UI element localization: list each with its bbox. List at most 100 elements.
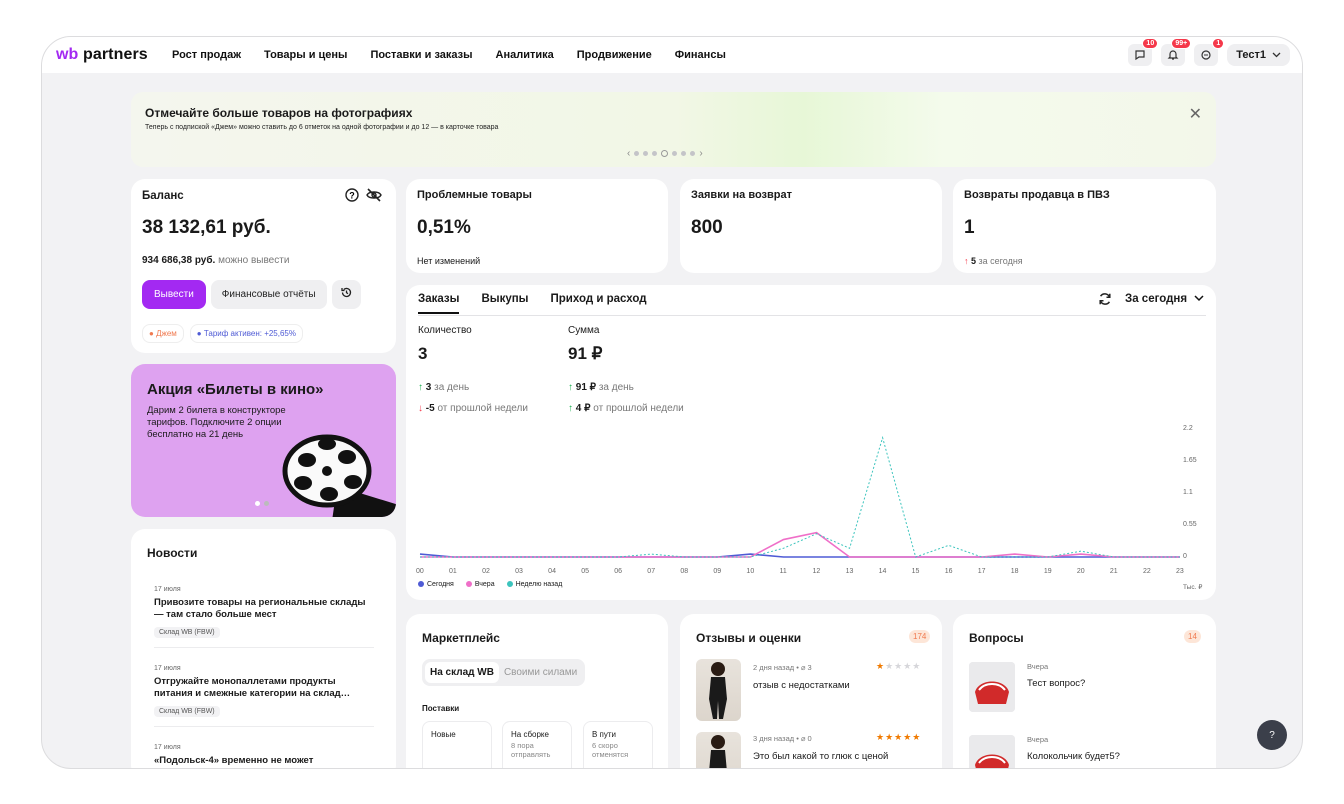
seg-to-wb-warehouse[interactable]: На склад WB bbox=[425, 662, 499, 683]
period-select[interactable]: За сегодня bbox=[1125, 293, 1204, 305]
review-product-thumbnail bbox=[696, 732, 741, 768]
withdrawable-amount: 934 686,38 руб. bbox=[142, 255, 216, 266]
y-tick-label: 2.2 bbox=[1183, 425, 1193, 432]
news-date: 17 июля bbox=[154, 586, 181, 593]
help-button[interactable]: ? bbox=[1257, 720, 1287, 750]
news-item[interactable]: 17 июля Привозите товары на региональные… bbox=[154, 586, 374, 648]
problem-products-card[interactable]: Проблемные товары 0,51% Нет изменений bbox=[406, 179, 668, 273]
return-requests-card[interactable]: Заявки на возврат 800 bbox=[680, 179, 942, 273]
pagination-dot-active[interactable] bbox=[661, 150, 669, 157]
question-item[interactable]: Вчера Тест вопрос? bbox=[969, 662, 1205, 722]
marketplace-title: Маркетплейс bbox=[422, 631, 500, 645]
x-tick-label: 03 bbox=[515, 568, 523, 575]
x-tick-label: 04 bbox=[548, 568, 556, 575]
tab-buyouts[interactable]: Выкупы bbox=[481, 293, 528, 314]
financial-reports-button[interactable]: Финансовые отчёты bbox=[210, 280, 327, 309]
stat-value: 1 bbox=[964, 217, 975, 238]
stat-value: 0,51% bbox=[417, 217, 471, 238]
tab-income-expense[interactable]: Приход и расход bbox=[550, 293, 646, 314]
nav-item-promotion[interactable]: Продвижение bbox=[577, 49, 652, 61]
question-item[interactable]: Вчера Колокольчик будет5? bbox=[969, 735, 1205, 768]
chevron-right-icon[interactable]: › bbox=[699, 148, 702, 159]
withdrawable-note: можно вывести bbox=[218, 255, 290, 266]
pagination-dot[interactable] bbox=[634, 151, 640, 156]
supply-col-new[interactable]: Новые bbox=[422, 721, 492, 768]
messages-badge: 1 bbox=[1212, 38, 1225, 49]
wb-partners-logo[interactable]: wb partners bbox=[56, 46, 148, 64]
supply-col-assembling[interactable]: На сборке 8 пора отправлять bbox=[502, 721, 572, 768]
x-tick-label: 00 bbox=[416, 568, 424, 575]
tariff-chip[interactable]: ● Тариф активен: +25,65% bbox=[189, 324, 303, 343]
nav-item-sales-growth[interactable]: Рост продаж bbox=[172, 49, 241, 61]
question-meta: Вчера bbox=[1027, 662, 1049, 671]
banner-title: Отмечайте больше товаров на фотографиях bbox=[145, 106, 413, 120]
seller-returns-card[interactable]: Возвраты продавца в ПВЗ 1 ↑ 5 за сегодня bbox=[953, 179, 1216, 273]
x-tick-label: 02 bbox=[482, 568, 490, 575]
tab-orders[interactable]: Заказы bbox=[418, 293, 460, 314]
news-item[interactable]: 17 июля «Подольск-4» временно не может bbox=[154, 744, 374, 767]
user-menu-button[interactable]: Тест1 bbox=[1227, 44, 1290, 66]
series-line-2 bbox=[420, 435, 1180, 558]
arrow-up-icon: ↑ bbox=[418, 382, 423, 393]
arrow-up-icon: ↑ bbox=[568, 403, 573, 414]
history-button[interactable] bbox=[331, 280, 361, 309]
review-item[interactable]: 3 дня назад • ⌀ 0 ★★★★★ Это был какой то… bbox=[696, 732, 932, 768]
pagination-dot[interactable] bbox=[652, 151, 658, 156]
nav-item-supplies-orders[interactable]: Поставки и заказы bbox=[370, 49, 472, 61]
eye-off-icon[interactable] bbox=[366, 188, 382, 202]
pagination-dot[interactable] bbox=[690, 151, 696, 156]
news-item[interactable]: 17 июля Отгружайте монопаллетами продукт… bbox=[154, 665, 374, 727]
seg-own-delivery[interactable]: Своими силами bbox=[499, 662, 582, 683]
pagination-dot[interactable] bbox=[672, 151, 678, 156]
close-icon[interactable]: ✕ bbox=[1189, 104, 1202, 124]
cinema-promo-card[interactable]: Акция «Билеты в кино» Дарим 2 билета в к… bbox=[131, 364, 396, 517]
y-tick-label: 1.65 bbox=[1183, 457, 1197, 464]
pagination-dot[interactable] bbox=[643, 151, 649, 156]
film-reel-icon bbox=[282, 434, 396, 517]
supply-col-in-transit[interactable]: В пути 6 скоро отменятся bbox=[583, 721, 653, 768]
qty-label: Количество bbox=[418, 325, 472, 336]
chat-button[interactable]: 10 bbox=[1128, 38, 1159, 66]
nav-item-finance[interactable]: Финансы bbox=[675, 49, 726, 61]
stat-change: ↑ 5 за сегодня bbox=[964, 256, 1023, 266]
x-tick-label: 08 bbox=[680, 568, 689, 575]
chevron-down-icon bbox=[1272, 52, 1281, 58]
withdraw-button[interactable]: Вывести bbox=[142, 280, 206, 309]
promo-dot[interactable] bbox=[264, 501, 269, 506]
orders-tabs: Заказы Выкупы Приход и расход bbox=[418, 293, 647, 314]
promo-banner[interactable]: Отмечайте больше товаров на фотографиях … bbox=[131, 92, 1216, 167]
chevron-left-icon[interactable]: ‹ bbox=[627, 148, 630, 159]
user-name: Тест1 bbox=[1236, 49, 1266, 61]
questions-count-badge: 14 bbox=[1184, 630, 1201, 643]
promo-dot-active[interactable] bbox=[255, 501, 260, 506]
review-text: Это был какой то глюк с ценой bbox=[753, 751, 889, 762]
jam-chip[interactable]: ● Джем bbox=[142, 324, 184, 343]
help-circle-icon[interactable]: ? bbox=[345, 188, 359, 202]
review-product-thumbnail bbox=[696, 659, 741, 721]
reviews-card: Отзывы и оценки 174 2 дня назад • ⌀ 3 ★★… bbox=[680, 614, 942, 768]
refresh-icon[interactable] bbox=[1098, 292, 1112, 306]
x-tick-label: 09 bbox=[713, 568, 722, 575]
legend-item-yesterday[interactable]: Вчера bbox=[465, 581, 495, 588]
qty-day-change: ↑ 3 за день bbox=[418, 382, 470, 393]
x-tick-label: 07 bbox=[647, 568, 656, 575]
pagination-dot[interactable] bbox=[681, 151, 687, 156]
x-tick-label: 15 bbox=[911, 568, 920, 575]
legend-item-today[interactable]: Сегодня bbox=[418, 581, 454, 588]
notifications-button[interactable]: 99+ bbox=[1161, 38, 1192, 66]
stat-value: 800 bbox=[691, 217, 723, 238]
messages-button[interactable]: 1 bbox=[1194, 38, 1225, 66]
x-tick-label: 19 bbox=[1043, 568, 1052, 575]
reviews-title: Отзывы и оценки bbox=[696, 631, 802, 645]
nav-item-analytics[interactable]: Аналитика bbox=[496, 49, 554, 61]
nav-item-products-prices[interactable]: Товары и цены bbox=[264, 49, 347, 61]
questions-card: Вопросы 14 Вчера Тест вопрос? Вчера Коло… bbox=[953, 614, 1216, 768]
series-line-1 bbox=[420, 531, 1180, 558]
legend-swatch bbox=[418, 581, 424, 588]
top-actions: 10 99+ 1 Тест1 bbox=[1128, 38, 1290, 66]
y-tick-label: 0 bbox=[1183, 553, 1187, 560]
legend-item-week-ago[interactable]: Неделю назад bbox=[506, 581, 562, 588]
review-item[interactable]: 2 дня назад • ⌀ 3 ★★★★★ отзыв с недостат… bbox=[696, 659, 932, 724]
qty-week-change: ↓ -5 от прошлой недели bbox=[418, 403, 528, 414]
legend-swatch bbox=[506, 581, 513, 588]
